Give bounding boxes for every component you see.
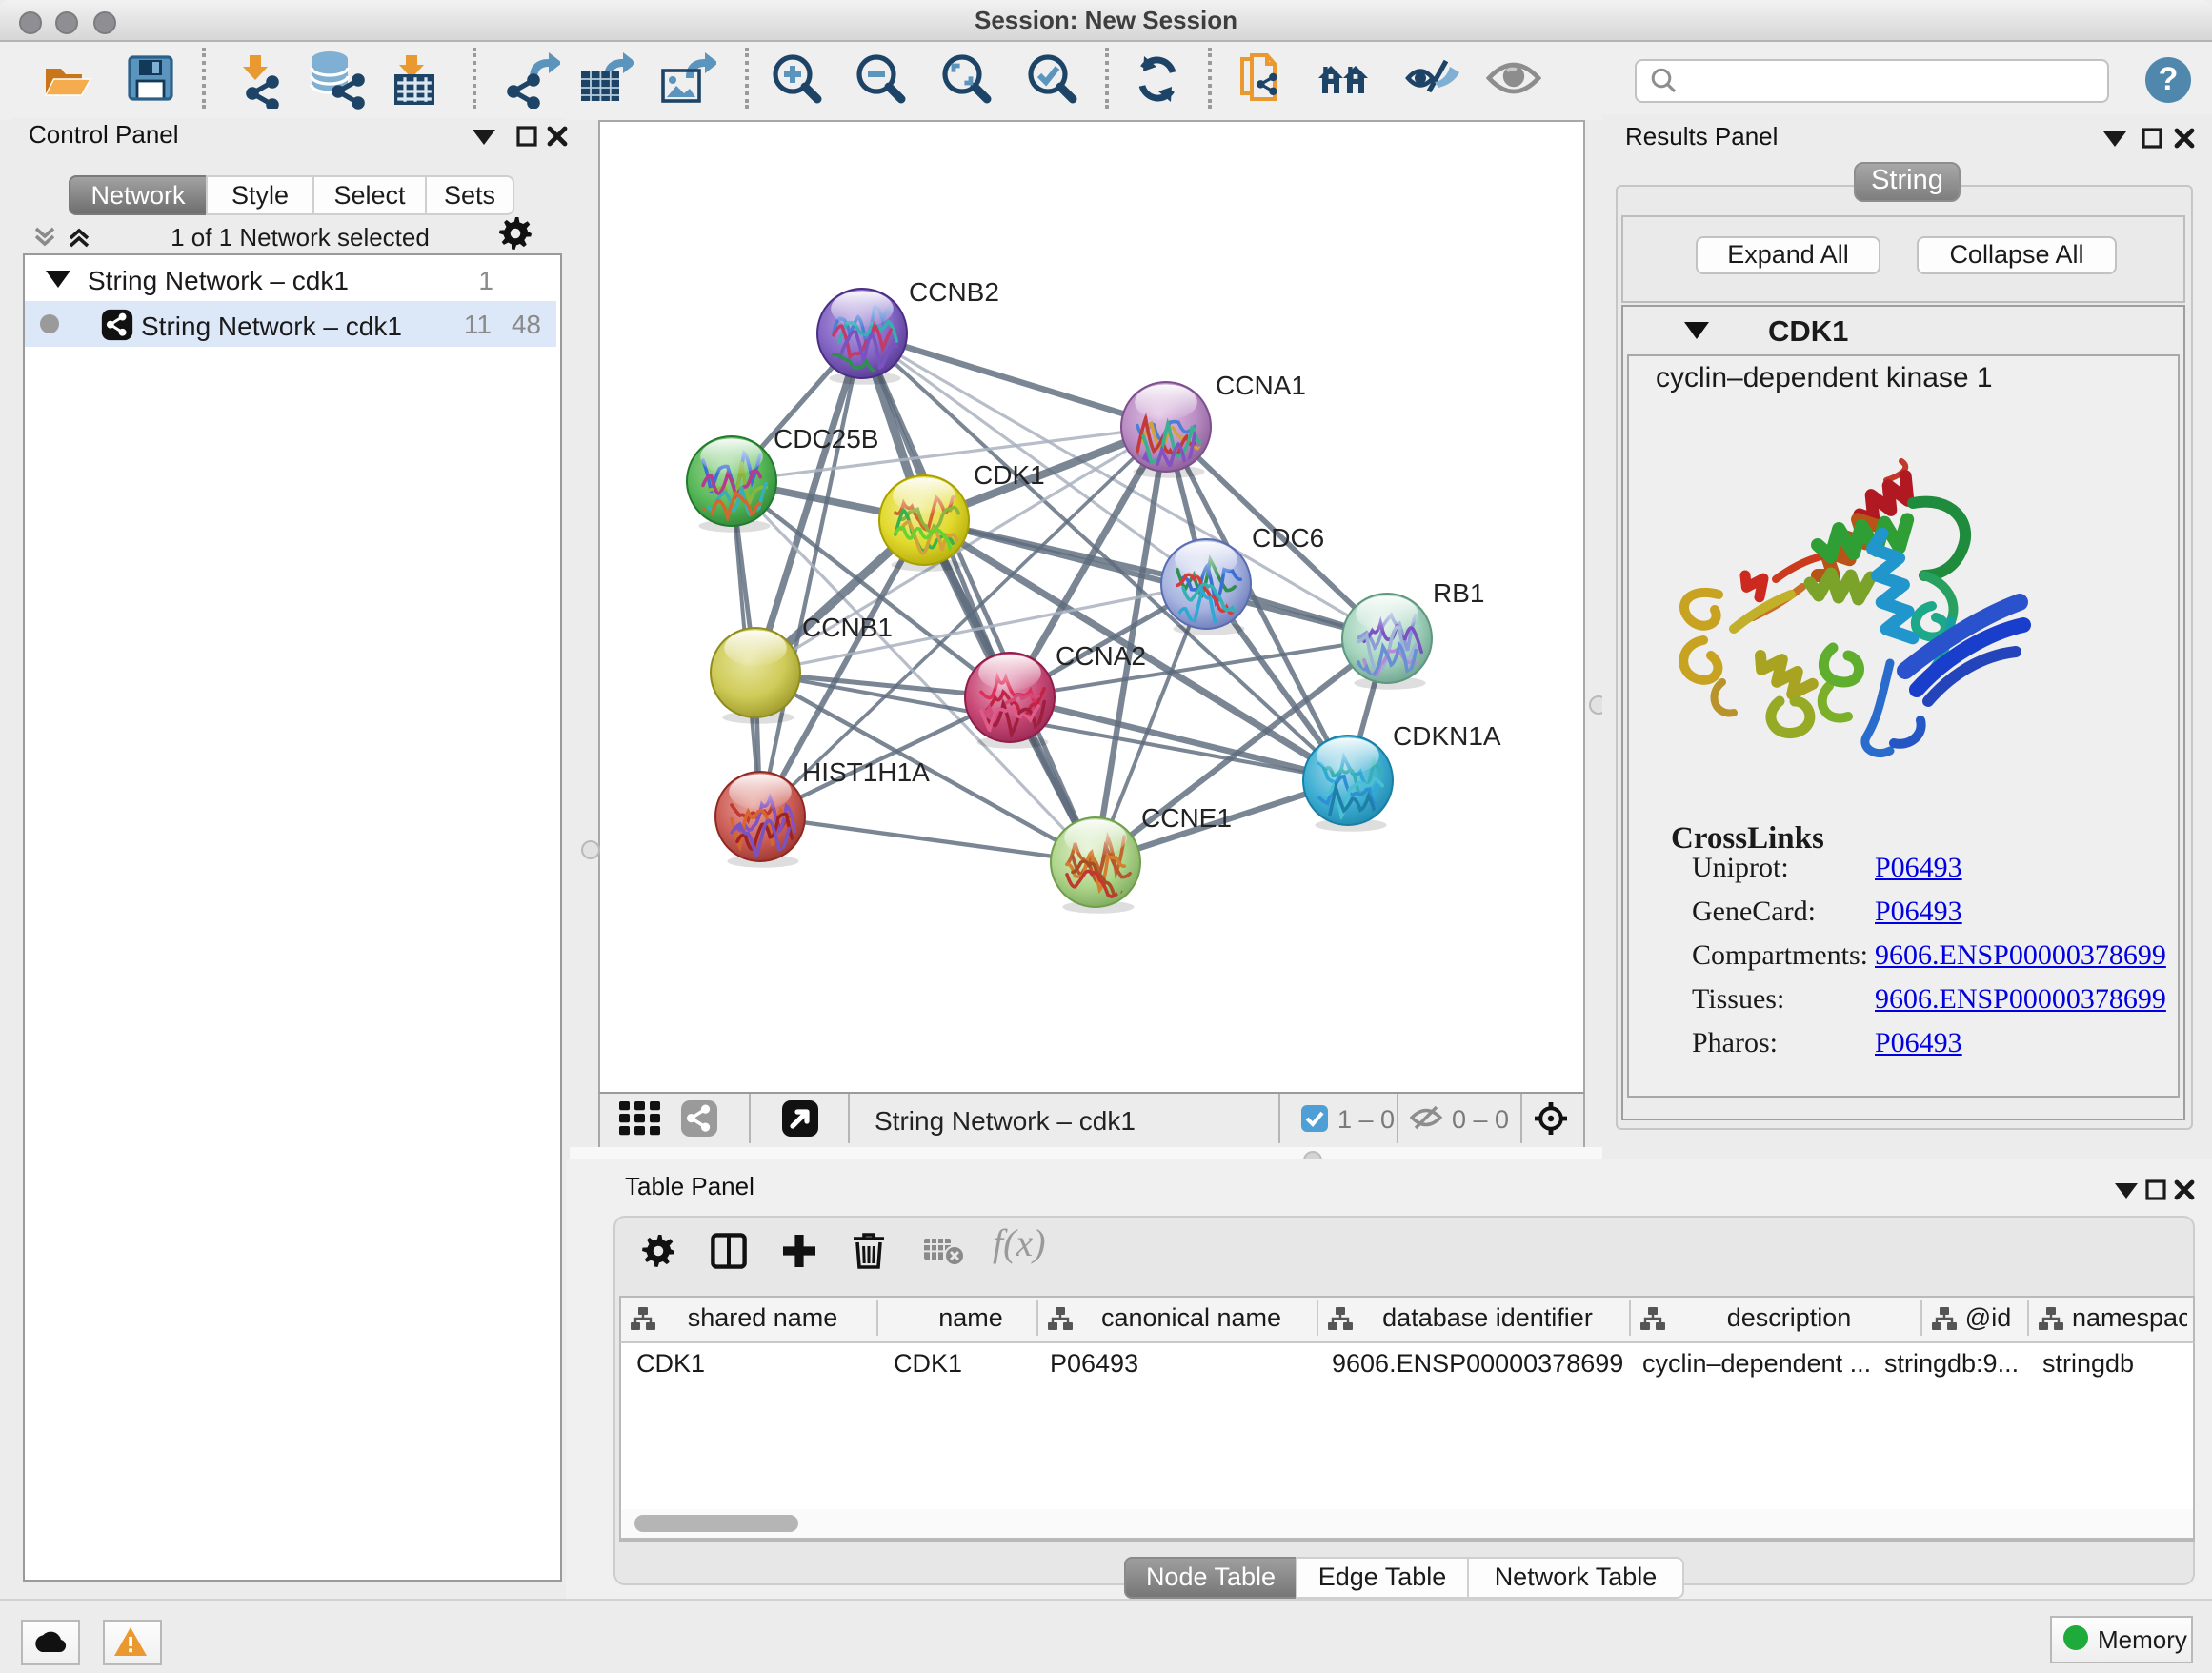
svg-text:CCNA2: CCNA2 [1056, 641, 1146, 671]
svg-text:HIST1H1A: HIST1H1A [802, 757, 930, 787]
svg-text:CDC25B: CDC25B [774, 424, 878, 454]
svg-text:CCNE1: CCNE1 [1141, 803, 1232, 833]
svg-text:CCNB2: CCNB2 [909, 277, 999, 307]
svg-text:CDKN1A: CDKN1A [1393, 721, 1501, 751]
svg-text:CDK1: CDK1 [974, 460, 1045, 490]
svg-text:RB1: RB1 [1433, 578, 1484, 608]
svg-text:CDC6: CDC6 [1252, 523, 1324, 553]
svg-text:CCNB1: CCNB1 [802, 613, 893, 642]
svg-text:CCNA1: CCNA1 [1216, 371, 1306, 400]
